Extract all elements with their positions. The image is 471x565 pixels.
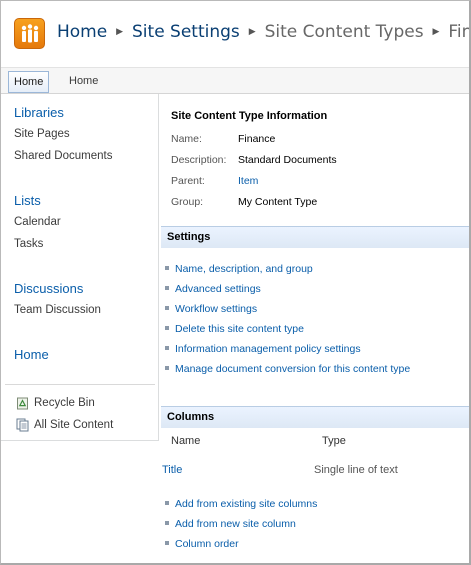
add-new-site-column-link[interactable]: Add from new site column bbox=[165, 518, 296, 530]
settings-link-name-description-group[interactable]: Name, description, and group bbox=[165, 263, 313, 275]
content-type-info-heading: Site Content Type Information bbox=[171, 110, 328, 122]
nav-item-site-pages[interactable]: Site Pages bbox=[14, 128, 70, 140]
nav-heading-home[interactable]: Home bbox=[14, 347, 49, 362]
column-header-type: Type bbox=[322, 435, 346, 447]
site-logo-icon[interactable] bbox=[14, 18, 45, 49]
column-row-type: Single line of text bbox=[314, 464, 398, 476]
columns-link-label[interactable]: Column order bbox=[175, 538, 239, 550]
all-site-content-icon bbox=[16, 418, 29, 432]
nav-divider bbox=[5, 384, 155, 385]
bullet-icon bbox=[165, 366, 169, 370]
nav-heading-discussions[interactable]: Discussions bbox=[14, 281, 83, 296]
description-label: Description: bbox=[171, 154, 227, 166]
recycle-bin-icon bbox=[16, 396, 29, 410]
settings-link-document-conversion[interactable]: Manage document conversion for this cont… bbox=[165, 363, 410, 375]
breadcrumb: Home ▶ Site Settings ▶ Site Content Type… bbox=[57, 22, 471, 42]
breadcrumb-separator-icon: ▶ bbox=[432, 27, 440, 37]
breadcrumb-site-content-types: Site Content Types bbox=[264, 22, 424, 42]
settings-link-delete[interactable]: Delete this site content type bbox=[165, 323, 304, 335]
settings-link-information-policy[interactable]: Information management policy settings bbox=[165, 343, 361, 355]
quick-launch: Libraries Site Pages Shared Documents Li… bbox=[1, 94, 159, 441]
breadcrumb-site-settings-link[interactable]: Site Settings bbox=[132, 22, 240, 42]
page-title: Finance bbox=[448, 22, 471, 42]
add-existing-site-columns-link[interactable]: Add from existing site columns bbox=[165, 498, 317, 510]
settings-link-label[interactable]: Advanced settings bbox=[175, 283, 261, 295]
tab-home-selected[interactable]: Home bbox=[8, 71, 50, 93]
nav-item-shared-documents[interactable]: Shared Documents bbox=[14, 150, 112, 162]
nav-heading-lists[interactable]: Lists bbox=[14, 193, 41, 208]
all-site-content-link[interactable]: All Site Content bbox=[34, 419, 113, 431]
recycle-bin-link[interactable]: Recycle Bin bbox=[34, 397, 95, 409]
columns-link-label[interactable]: Add from new site column bbox=[175, 518, 296, 530]
group-value: My Content Type bbox=[238, 196, 318, 208]
breadcrumb-separator-icon: ▶ bbox=[248, 27, 256, 37]
tab-home[interactable]: Home bbox=[64, 71, 103, 93]
settings-link-label[interactable]: Delete this site content type bbox=[175, 323, 304, 335]
nav-heading-libraries[interactable]: Libraries bbox=[14, 105, 64, 120]
bullet-icon bbox=[165, 306, 169, 310]
top-nav-bar: Home Home bbox=[1, 67, 469, 94]
bullet-icon bbox=[165, 501, 169, 505]
bullet-icon bbox=[165, 286, 169, 290]
bullet-icon bbox=[165, 346, 169, 350]
title-area: Home ▶ Site Settings ▶ Site Content Type… bbox=[1, 1, 471, 67]
settings-link-label[interactable]: Workflow settings bbox=[175, 303, 257, 315]
bullet-icon bbox=[165, 521, 169, 525]
settings-link-label[interactable]: Name, description, and group bbox=[175, 263, 313, 275]
column-order-link[interactable]: Column order bbox=[165, 538, 239, 550]
nav-item-tasks[interactable]: Tasks bbox=[14, 238, 43, 250]
parent-link[interactable]: Item bbox=[238, 175, 258, 187]
breadcrumb-home-link[interactable]: Home bbox=[57, 22, 107, 42]
nav-item-calendar[interactable]: Calendar bbox=[14, 216, 61, 228]
columns-link-label[interactable]: Add from existing site columns bbox=[175, 498, 317, 510]
bullet-icon bbox=[165, 266, 169, 270]
column-header-name: Name bbox=[171, 435, 201, 447]
bullet-icon bbox=[165, 326, 169, 330]
breadcrumb-separator-icon: ▶ bbox=[116, 27, 124, 37]
settings-link-advanced[interactable]: Advanced settings bbox=[165, 283, 261, 295]
parent-label: Parent: bbox=[171, 175, 205, 187]
settings-link-workflow[interactable]: Workflow settings bbox=[165, 303, 257, 315]
columns-section-header: Columns bbox=[161, 406, 469, 428]
name-label: Name: bbox=[171, 133, 202, 145]
nav-item-team-discussion[interactable]: Team Discussion bbox=[14, 304, 101, 316]
settings-section-header: Settings bbox=[161, 226, 469, 248]
main-content: Site Content Type Information Name: Fina… bbox=[159, 94, 469, 563]
settings-link-label[interactable]: Information management policy settings bbox=[175, 343, 361, 355]
page-frame: Home ▶ Site Settings ▶ Site Content Type… bbox=[0, 0, 471, 565]
description-value: Standard Documents bbox=[238, 154, 337, 166]
column-row-name-link[interactable]: Title bbox=[162, 464, 182, 476]
bullet-icon bbox=[165, 541, 169, 545]
name-value: Finance bbox=[238, 133, 276, 145]
settings-link-label[interactable]: Manage document conversion for this cont… bbox=[175, 363, 410, 375]
group-label: Group: bbox=[171, 196, 204, 208]
